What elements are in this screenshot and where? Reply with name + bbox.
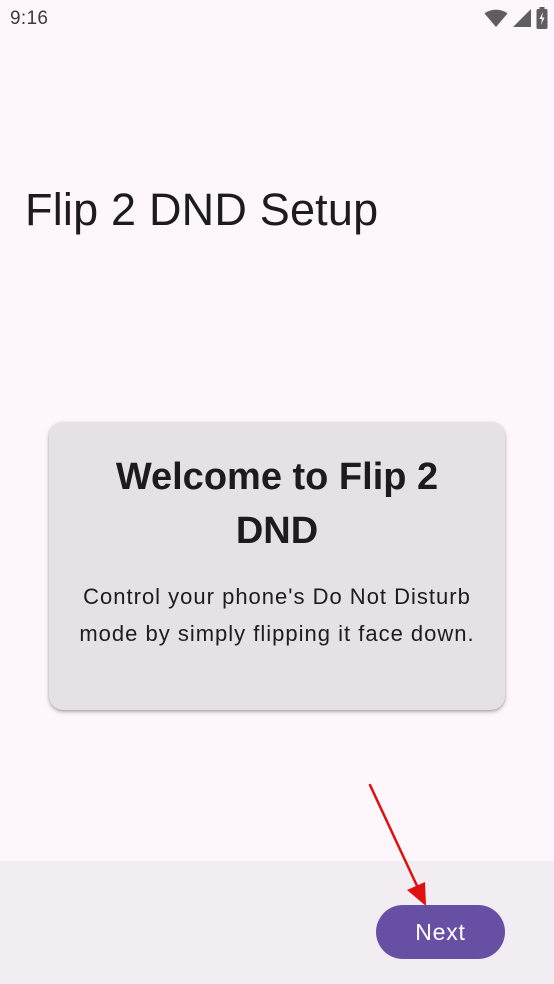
wifi-icon — [484, 8, 508, 28]
status-bar: 9:16 — [0, 0, 554, 38]
welcome-description: Control your phone's Do Not Disturb mode… — [79, 584, 475, 646]
battery-icon — [536, 7, 548, 29]
welcome-heading: Welcome to Flip 2 DND — [115, 456, 439, 552]
welcome-card: Welcome to Flip 2 DND Control your phone… — [49, 422, 505, 710]
status-time: 9:16 — [10, 8, 49, 29]
page-title: Flip 2 DND Setup — [25, 184, 379, 235]
setup-screen: 9:16 Flip 2 DND Setup Welcome to Flip 2 … — [0, 0, 554, 984]
status-icons — [484, 7, 548, 29]
next-button[interactable]: Next — [376, 905, 505, 959]
signal-icon — [512, 8, 532, 28]
